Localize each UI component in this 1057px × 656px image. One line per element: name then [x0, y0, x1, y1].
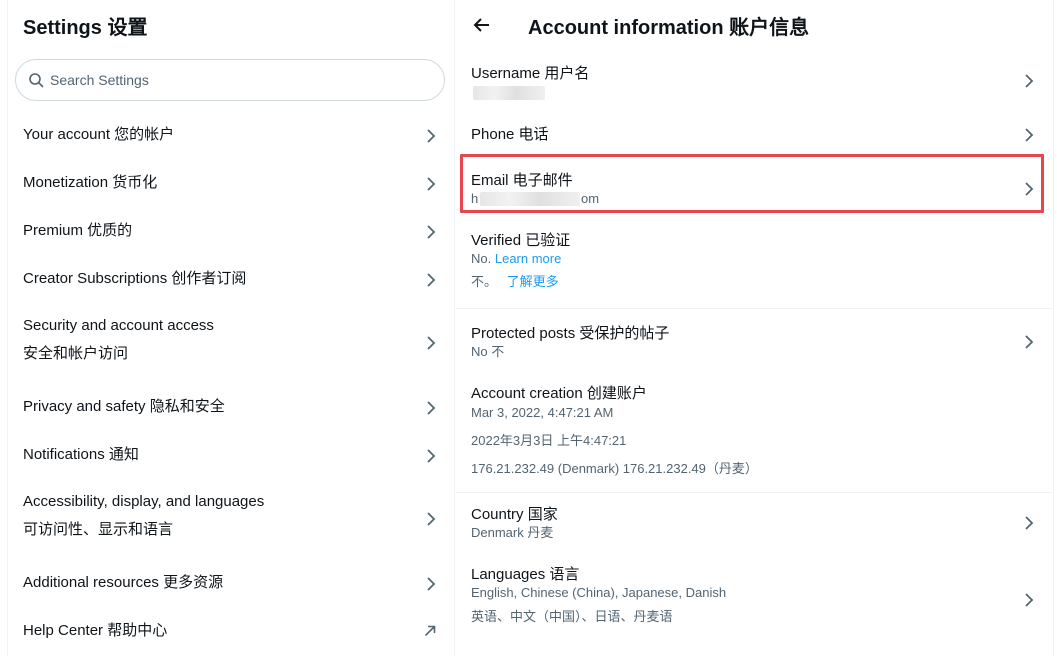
menu-item-label: Privacy and safety 隐私和安全 — [23, 398, 225, 415]
learn-more-link[interactable]: Learn more — [495, 251, 561, 266]
search-input[interactable] — [50, 72, 410, 88]
menu-item-label: Premium 优质的 — [23, 222, 133, 239]
country-value: Denmark 丹麦 — [471, 525, 554, 540]
menu-item-monetization[interactable]: Monetization 货币化 — [8, 160, 454, 208]
account-creation-date-cn: 2022年3月3日 上午4:47:21 — [471, 433, 627, 448]
verified-value: No. Learn more — [471, 251, 561, 267]
learn-more-link-cn[interactable]: 了解更多 — [507, 274, 559, 289]
verified-no-cn: 不。 — [471, 274, 498, 289]
account-information-panel: Account information 账户信息 Username 用户名 Ph… — [456, 0, 1054, 656]
verified-row: Verified 已验证 No. Learn more 不。 了解更多 — [456, 220, 1052, 306]
languages-label: Languages 语言 — [471, 566, 580, 583]
country-row[interactable]: Country 国家 Denmark 丹麦 — [456, 494, 1052, 552]
phone-label: Phone 电话 — [471, 126, 549, 143]
account-creation-label: Account creation 创建账户 — [471, 385, 647, 402]
menu-item-label: Your account 您的帐户 — [23, 126, 175, 143]
chevron-right-icon — [426, 129, 436, 143]
chevron-right-icon — [1024, 516, 1034, 530]
menu-item-label-secondary: 可访问性、显示和语言 — [23, 521, 174, 538]
chevron-right-icon — [426, 177, 436, 191]
page-title: Account information 账户信息 — [528, 17, 810, 39]
menu-item-label-secondary: 安全和帐户访问 — [23, 345, 129, 362]
protected-posts-value: No 不 — [471, 344, 505, 359]
menu-item-notifications[interactable]: Notifications 通知 — [8, 432, 454, 480]
email-value-prefix: h — [471, 191, 479, 206]
settings-title: Settings 设置 — [23, 17, 148, 39]
verified-value-cn: 不。 了解更多 — [471, 274, 559, 290]
country-label: Country 国家 — [471, 506, 558, 523]
protected-posts-label: Protected posts 受保护的帖子 — [471, 325, 670, 342]
divider — [456, 308, 1052, 309]
chevron-right-icon — [426, 449, 436, 463]
phone-row[interactable]: Phone 电话 — [456, 114, 1052, 154]
divider — [456, 492, 1052, 493]
username-row[interactable]: Username 用户名 — [456, 52, 1052, 110]
menu-item-label: Accessibility, display, and languages — [23, 493, 265, 510]
verified-no: No. — [471, 251, 492, 266]
chevron-right-icon — [426, 577, 436, 591]
menu-item-label: Additional resources 更多资源 — [23, 574, 224, 591]
menu-item-label: Creator Subscriptions 创作者订阅 — [23, 270, 247, 287]
chevron-right-icon — [1024, 182, 1034, 196]
menu-item-creator-subscriptions[interactable]: Creator Subscriptions 创作者订阅 — [8, 256, 454, 304]
chevron-right-icon — [1024, 593, 1034, 607]
email-label: Email 电子邮件 — [471, 172, 573, 189]
menu-item-label: Help Center 帮助中心 — [23, 622, 168, 639]
account-creation-row: Account creation 创建账户 Mar 3, 2022, 4:47:… — [456, 372, 1052, 488]
account-creation-date: Mar 3, 2022, 4:47:21 AM — [471, 405, 614, 420]
account-creation-ip: 176.21.232.49 (Denmark) 176.21.232.49（丹麦… — [471, 461, 758, 476]
languages-row[interactable]: Languages 语言 English, Chinese (China), J… — [456, 554, 1052, 634]
email-row[interactable]: Email 电子邮件 h om — [456, 156, 1052, 212]
app: Settings 设置 Your account 您的帐户 Monetizati… — [0, 0, 1057, 656]
chevron-right-icon — [426, 273, 436, 287]
menu-item-accessibility[interactable]: Accessibility, display, and languages 可访… — [8, 480, 454, 560]
email-value-redacted — [480, 192, 580, 206]
email-value-suffix: om — [581, 191, 600, 206]
username-label: Username 用户名 — [471, 65, 590, 82]
username-value-redacted — [473, 86, 545, 100]
menu-item-label: Security and account access — [23, 317, 214, 334]
menu-item-your-account[interactable]: Your account 您的帐户 — [8, 112, 454, 160]
chevron-right-icon — [426, 401, 436, 415]
menu-item-security[interactable]: Security and account access 安全和帐户访问 — [8, 304, 454, 384]
external-link-arrow-icon — [424, 625, 436, 639]
chevron-right-icon — [1024, 335, 1034, 349]
chevron-right-icon — [1024, 128, 1034, 142]
menu-item-privacy[interactable]: Privacy and safety 隐私和安全 — [8, 384, 454, 432]
chevron-right-icon — [1024, 74, 1034, 88]
menu-item-additional-resources[interactable]: Additional resources 更多资源 — [8, 560, 454, 608]
settings-panel: Settings 设置 Your account 您的帐户 Monetizati… — [7, 0, 455, 656]
menu-item-help-center[interactable]: Help Center 帮助中心 — [8, 608, 454, 656]
chevron-right-icon — [426, 225, 436, 239]
menu-item-label: Notifications 通知 — [23, 446, 139, 463]
languages-value: English, Chinese (China), Japanese, Dani… — [471, 585, 727, 600]
protected-posts-row[interactable]: Protected posts 受保护的帖子 No 不 — [456, 312, 1052, 370]
menu-item-premium[interactable]: Premium 优质的 — [8, 208, 454, 256]
back-arrow-icon[interactable] — [472, 16, 492, 34]
menu-item-label: Monetization 货币化 — [23, 174, 158, 191]
languages-value-cn: 英语、中文（中国）、日语、丹麦语 — [471, 609, 673, 624]
chevron-right-icon — [426, 512, 436, 526]
verified-label: Verified 已验证 — [471, 232, 571, 249]
search-bar[interactable] — [15, 59, 445, 101]
search-icon — [28, 72, 44, 88]
chevron-right-icon — [426, 336, 436, 350]
